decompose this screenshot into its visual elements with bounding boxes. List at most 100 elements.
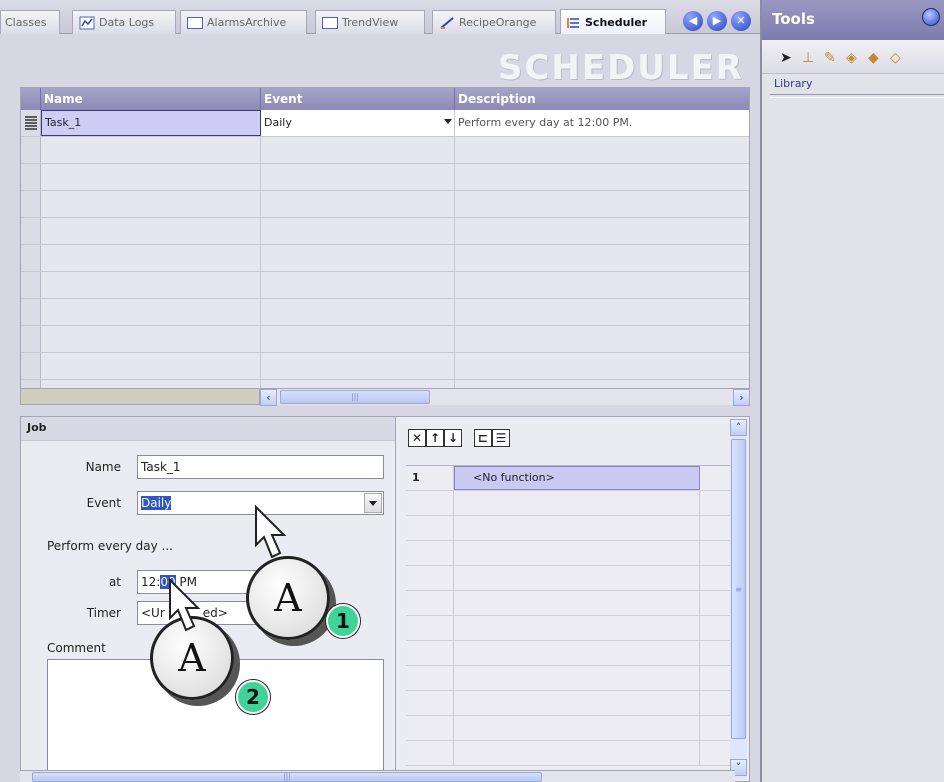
cell-description[interactable]	[455, 353, 749, 379]
table-row-empty[interactable]	[406, 641, 731, 666]
next-tab-button[interactable]: ▶	[707, 11, 727, 31]
scroll-up-button[interactable]: ˄	[730, 419, 747, 436]
delete-function-button[interactable]: ✕	[408, 429, 426, 447]
function-cell[interactable]	[454, 566, 700, 590]
cell-event[interactable]	[261, 326, 455, 352]
cell-event[interactable]: Daily	[261, 110, 455, 136]
row-selector[interactable]	[21, 110, 41, 136]
close-tab-button[interactable]: ✕	[731, 11, 751, 31]
cell-event[interactable]	[261, 137, 455, 163]
previous-tab-button[interactable]: ◀	[683, 11, 703, 31]
row-selector[interactable]	[21, 137, 41, 163]
table-horizontal-scrollbar[interactable]: ‹ ||| ›	[260, 388, 750, 406]
cell-event[interactable]	[261, 299, 455, 325]
cell-description[interactable]	[455, 164, 749, 190]
cell-name[interactable]	[41, 245, 261, 271]
library-label[interactable]: Library	[774, 77, 812, 90]
table-row-empty[interactable]	[21, 218, 749, 245]
cell-description[interactable]: Perform every day at 12:00 PM.	[455, 110, 749, 136]
function-cell[interactable]	[454, 591, 700, 615]
function-vertical-scrollbar[interactable]: ˄ ≡ ˅	[730, 419, 747, 779]
tab-classes[interactable]: Classes	[0, 10, 60, 34]
table-row-empty[interactable]	[406, 666, 731, 691]
table-row-empty[interactable]	[406, 691, 731, 716]
table-row-empty[interactable]	[21, 245, 749, 272]
cell-description[interactable]	[455, 326, 749, 352]
stamp-icon[interactable]: ⊥	[802, 50, 814, 66]
cell-name[interactable]	[41, 164, 261, 190]
table-row-empty[interactable]	[406, 541, 731, 566]
insert-row-button[interactable]: ⊏	[474, 429, 492, 447]
scroll-left-button[interactable]: ‹	[260, 389, 277, 406]
table-row-empty[interactable]	[406, 591, 731, 616]
table-row-empty[interactable]	[21, 353, 749, 380]
cell-event[interactable]	[261, 191, 455, 217]
table-row-empty[interactable]	[21, 137, 749, 164]
name-field[interactable]: Task_1	[137, 455, 384, 479]
move-up-button[interactable]: ↑	[426, 429, 444, 447]
cell-name[interactable]	[41, 326, 261, 352]
move-down-button[interactable]: ↓	[444, 429, 462, 447]
brush-icon[interactable]: ✎	[824, 50, 836, 66]
cell-event[interactable]	[261, 272, 455, 298]
row-selector[interactable]	[21, 272, 41, 298]
cell-description[interactable]	[455, 245, 749, 271]
row-selector[interactable]	[21, 164, 41, 190]
edit-list-button[interactable]: ☰	[492, 429, 510, 447]
table-row-empty[interactable]	[21, 164, 749, 191]
tab-data-logs[interactable]: Data Logs	[72, 10, 176, 34]
cell-name[interactable]	[41, 272, 261, 298]
table-row-empty[interactable]	[21, 299, 749, 326]
row-selector[interactable]	[21, 245, 41, 271]
cell-event[interactable]	[261, 218, 455, 244]
function-cell[interactable]	[454, 691, 700, 715]
tab-alarms-archive[interactable]: AlarmsArchive	[180, 10, 307, 34]
shapes-icon[interactable]: ◈	[846, 50, 857, 66]
column-header-description[interactable]: Description	[455, 88, 749, 110]
function-cell[interactable]	[454, 666, 700, 690]
cell-name[interactable]	[41, 353, 261, 379]
function-cell[interactable]	[454, 716, 700, 740]
cell-event[interactable]	[261, 353, 455, 379]
scroll-thumb[interactable]: |||	[32, 772, 542, 782]
table-row-empty[interactable]	[406, 516, 731, 541]
function-cell[interactable]	[454, 541, 700, 565]
cell-description[interactable]	[455, 218, 749, 244]
table-row-empty[interactable]	[406, 491, 731, 516]
scroll-thumb[interactable]: |||	[280, 390, 430, 404]
table-row-empty[interactable]	[406, 741, 731, 766]
column-header-name[interactable]: Name	[41, 88, 261, 110]
row-selector[interactable]	[21, 191, 41, 217]
scroll-thumb[interactable]: ≡	[731, 439, 746, 739]
scroll-right-button[interactable]: ›	[733, 389, 750, 406]
table-row-empty[interactable]	[21, 272, 749, 299]
tab-trend-view[interactable]: TrendView	[315, 10, 425, 34]
table-row-empty[interactable]	[406, 716, 731, 741]
row-selector[interactable]	[21, 218, 41, 244]
table-row[interactable]: 1 <No function>	[406, 466, 731, 491]
cell-description[interactable]	[455, 272, 749, 298]
table-row-empty[interactable]	[406, 566, 731, 591]
pin-icon[interactable]	[922, 8, 940, 26]
cell-description[interactable]	[455, 191, 749, 217]
column-header-event[interactable]: Event	[261, 88, 455, 110]
pointer-icon[interactable]: ➤	[780, 50, 792, 66]
cell-name[interactable]	[41, 191, 261, 217]
cell-event[interactable]	[261, 245, 455, 271]
table-row[interactable]: Task_1 Daily Perform every day at 12:00 …	[21, 110, 749, 137]
tab-scheduler[interactable]: Scheduler	[560, 9, 666, 35]
cell-description[interactable]	[455, 137, 749, 163]
bottom-horizontal-scrollbar[interactable]: |||	[20, 770, 735, 782]
cell-event[interactable]	[261, 164, 455, 190]
cell-description[interactable]	[455, 299, 749, 325]
function-cell[interactable]	[454, 616, 700, 640]
controls-icon[interactable]: ◇	[890, 50, 901, 66]
cell-name[interactable]	[41, 218, 261, 244]
cell-name[interactable]	[41, 137, 261, 163]
function-cell[interactable]	[454, 491, 700, 515]
table-row-empty[interactable]	[406, 616, 731, 641]
function-cell[interactable]: <No function>	[454, 466, 700, 490]
dropdown-arrow-icon[interactable]	[444, 119, 452, 124]
objects-icon[interactable]: ◆	[868, 50, 879, 66]
function-cell[interactable]	[454, 741, 700, 765]
